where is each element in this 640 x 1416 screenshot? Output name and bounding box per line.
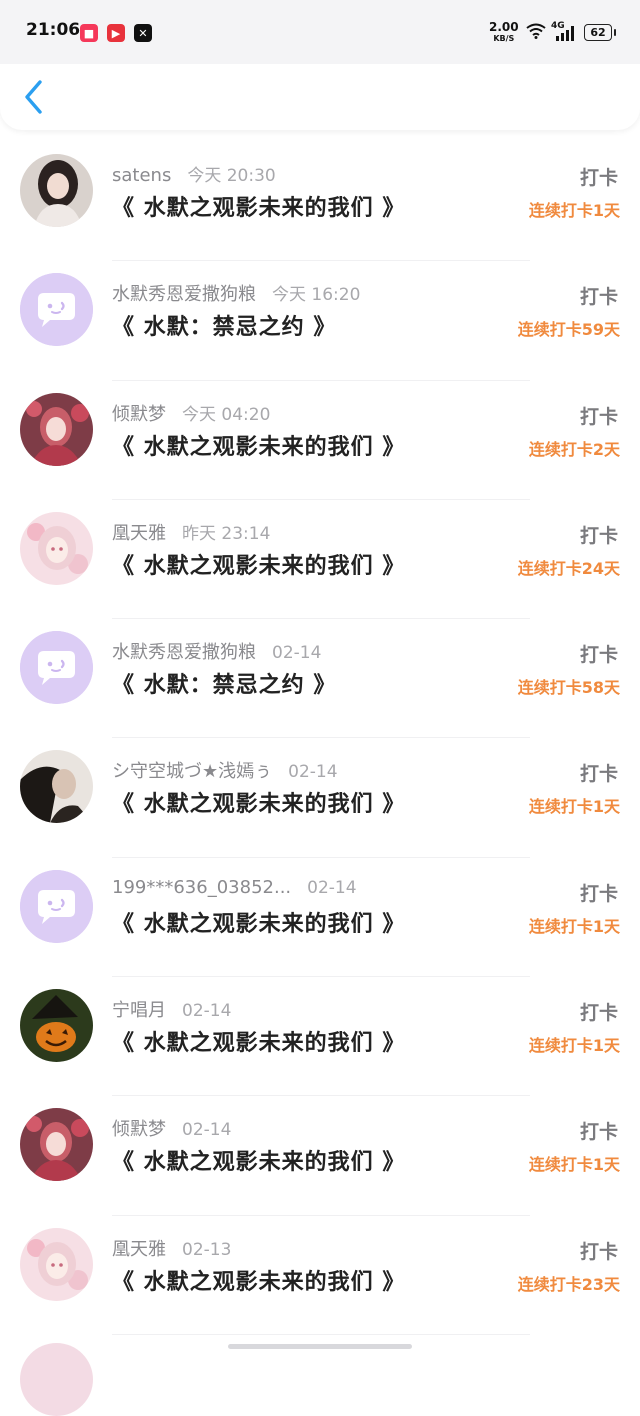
user-photo-icon — [20, 750, 93, 824]
user-name[interactable]: 倾默梦 — [112, 1119, 166, 1140]
work-title[interactable]: 《 水默之观影未来的我们 》 — [112, 1144, 405, 1176]
streak-count: 连续打卡23天 — [517, 1274, 620, 1294]
work-title[interactable]: 《 水默：禁忌之约 》 — [112, 667, 336, 699]
post-time: 今天 20:30 — [187, 166, 276, 186]
work-title[interactable]: 《 水默：禁忌之约 》 — [112, 309, 336, 341]
work-title[interactable]: 《 水默之观影未来的我们 》 — [112, 190, 405, 222]
streak-count: 连续打卡59天 — [517, 320, 620, 340]
wifi-icon — [526, 23, 546, 39]
checkin-label: 打卡 — [579, 1121, 618, 1144]
avatar[interactable] — [20, 631, 93, 705]
avatar[interactable] — [20, 1227, 93, 1301]
work-title[interactable]: 《 水默之观影未来的我们 》 — [112, 1025, 405, 1057]
chevron-left-icon — [25, 80, 42, 114]
user-name[interactable]: 倾默梦 — [112, 404, 166, 425]
list-item[interactable]: 水默秀恩爱撒狗粮 02-14 《 水默：禁忌之约 》 打卡 连续打卡58天 — [0, 619, 640, 739]
post-time: 昨天 23:14 — [182, 523, 271, 544]
checkin-label: 打卡 — [579, 882, 618, 905]
avatar[interactable] — [20, 511, 93, 585]
list-item[interactable]: 倾默梦 今天 04:20 《 水默之观影未来的我们 》 打卡 连续打卡2天 — [0, 381, 640, 500]
post-time: 今天 04:20 — [182, 404, 271, 425]
list-item[interactable]: satens 今天 20:30 《 水默之观影未来的我们 》 打卡 连续打卡1天 — [0, 142, 640, 262]
user-name[interactable]: 宁唱月 — [112, 1000, 166, 1021]
checkin-record-list: satens 今天 20:30 《 水默之观影未来的我们 》 打卡 连续打卡1天 … — [0, 142, 640, 1335]
work-title[interactable]: 《 水默之观影未来的我们 》 — [112, 786, 405, 818]
list-item[interactable]: 水默秀恩爱撒狗粮 今天 16:20 《 水默：禁忌之约 》 打卡 连续打卡59天 — [0, 261, 640, 381]
signal-icon — [556, 26, 574, 41]
chat-bubble-icon — [20, 869, 93, 943]
net-speed: 2.00 KB/S — [489, 20, 519, 43]
work-title[interactable]: 《 水默之观影未来的我们 》 — [112, 548, 405, 580]
anime-avatar-icon — [20, 1108, 93, 1182]
anime-avatar-icon — [20, 511, 93, 585]
checkin-label: 打卡 — [579, 1002, 618, 1025]
streak-count: 连续打卡1天 — [528, 916, 620, 936]
anime-avatar-icon — [20, 392, 93, 466]
post-time: 02-14 — [272, 643, 322, 664]
user-name[interactable]: 凰天雅 — [112, 1239, 166, 1260]
battery-indicator: 62 — [584, 24, 616, 41]
avatar[interactable] — [20, 869, 93, 943]
avatar[interactable] — [20, 750, 93, 824]
list-item[interactable]: 倾默梦 02-14 《 水默之观影未来的我们 》 打卡 连续打卡1天 — [0, 1096, 640, 1216]
user-name[interactable]: 水默秀恩爱撒狗粮 — [112, 642, 256, 663]
list-item[interactable]: 凰天雅 02-13 《 水默之观影未来的我们 》 打卡 连续打卡23天 — [0, 1216, 640, 1335]
user-photo-icon — [20, 154, 93, 227]
user-name[interactable]: 凰天雅 — [112, 523, 166, 544]
list-item[interactable]: 宁唱月 02-14 《 水默之观影未来的我们 》 打卡 连续打卡1天 — [0, 977, 640, 1097]
checkin-label: 打卡 — [579, 405, 618, 428]
post-time: 02-14 — [288, 762, 338, 783]
avatar[interactable] — [20, 1108, 93, 1182]
streak-count: 连续打卡58天 — [517, 678, 620, 698]
checkin-label: 打卡 — [579, 167, 618, 189]
streak-count: 连续打卡1天 — [528, 1155, 620, 1175]
avatar[interactable] — [20, 1343, 93, 1416]
streak-count: 连续打卡1天 — [528, 1036, 620, 1056]
streak-count: 连续打卡24天 — [517, 558, 620, 578]
list-item[interactable]: 凰天雅 昨天 23:14 《 水默之观影未来的我们 》 打卡 连续打卡24天 — [0, 500, 640, 620]
user-name[interactable]: 199***636_03852... — [112, 877, 291, 898]
capcut-app-icon: ✕ — [134, 24, 152, 42]
checkin-label: 打卡 — [579, 644, 618, 667]
list-item[interactable]: 199***636_03852... 02-14 《 水默之观影未来的我们 》 打… — [0, 858, 640, 978]
user-name[interactable]: satens — [112, 165, 171, 186]
work-title[interactable]: 《 水默之观影未来的我们 》 — [112, 906, 405, 938]
checkin-label: 打卡 — [579, 524, 618, 547]
streak-count: 连续打卡2天 — [528, 439, 620, 459]
home-indicator[interactable] — [228, 1344, 412, 1349]
checkin-label: 打卡 — [579, 1240, 618, 1263]
divider — [112, 1333, 530, 1335]
checkin-label: 打卡 — [579, 286, 618, 309]
chat-bubble-icon — [20, 273, 93, 347]
top-bar: 21:06 ■ ▶ ✕ 2.00 KB/S 4G 62 — [0, 0, 640, 130]
avatar[interactable] — [20, 154, 93, 227]
user-name[interactable]: 水默秀恩爱撒狗粮 — [112, 284, 256, 305]
chat-bubble-icon — [20, 631, 93, 705]
avatar[interactable] — [20, 989, 93, 1063]
status-time: 21:06 — [26, 20, 81, 40]
anime-avatar-icon — [20, 1227, 93, 1301]
checkin-label: 打卡 — [579, 763, 618, 786]
post-time: 02-14 — [182, 1001, 232, 1022]
post-time: 02-14 — [307, 877, 357, 898]
streak-count: 连续打卡1天 — [528, 797, 620, 817]
work-title[interactable]: 《 水默之观影未来的我们 》 — [112, 1264, 405, 1296]
status-bar: 21:06 ■ ▶ ✕ 2.00 KB/S 4G 62 — [0, 0, 640, 64]
streak-count: 连续打卡1天 — [528, 201, 620, 220]
post-time: 02-13 — [182, 1239, 232, 1260]
back-button[interactable] — [20, 78, 54, 116]
pinduoduo-app-icon: ■ — [80, 24, 98, 42]
list-item[interactable]: シ守空城づ★浅嫣ぅ 02-14 《 水默之观影未来的我们 》 打卡 连续打卡1天 — [0, 738, 640, 858]
post-time: 今天 16:20 — [272, 285, 361, 306]
video-app-icon: ▶ — [107, 24, 125, 42]
post-time: 02-14 — [182, 1120, 232, 1141]
pumpkin-avatar-icon — [20, 989, 93, 1063]
avatar[interactable] — [20, 392, 93, 466]
user-name[interactable]: シ守空城づ★浅嫣ぅ — [112, 761, 272, 782]
work-title[interactable]: 《 水默之观影未来的我们 》 — [112, 429, 405, 461]
avatar[interactable] — [20, 273, 93, 347]
